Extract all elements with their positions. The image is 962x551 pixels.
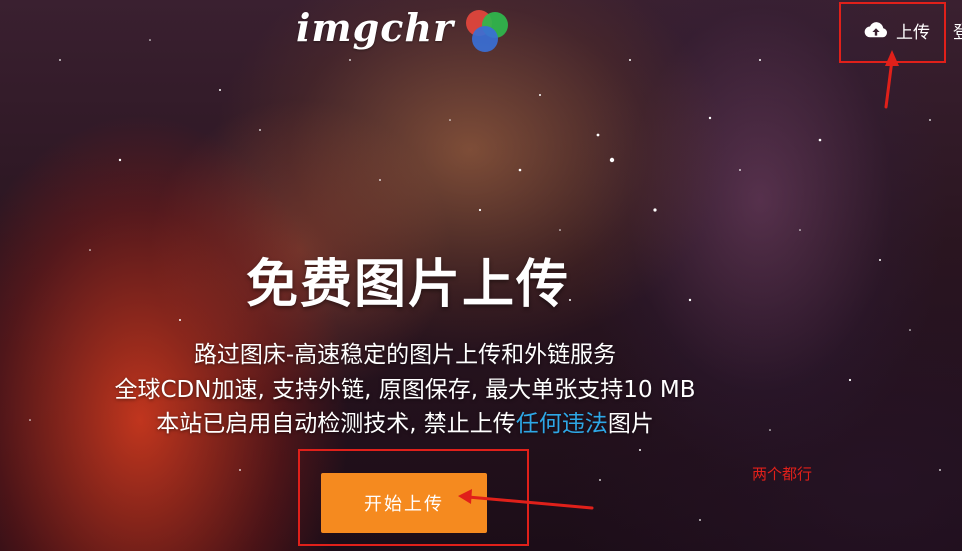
nav-login-link[interactable]: 登 [953,18,962,43]
annotation-box-nav-upload [839,2,946,63]
page-title: 免费图片上传 [246,255,571,315]
hero-background: imgchr 上传 登 免费图片上传 路过图床-高速稳定的图片上传和外链服务 全… [0,0,962,551]
line3-prefix: 本站已启用自动检测技术, 禁止上传 [156,411,516,437]
annotation-note: 两个都行 [752,465,813,483]
hero-description-line2: 全球CDN加速, 支持外链, 原图保存, 最大单张支持10 MB [114,377,696,403]
hero-description-line3: 本站已启用自动检测技术, 禁止上传任何违法图片 [40,404,770,438]
start-upload-button[interactable]: 开始上传 [321,473,487,533]
logo-circles-icon [464,4,512,52]
illegal-content-link[interactable]: 任何违法 [516,411,608,437]
logo-blue-circle [472,26,498,52]
logo-text: imgchr [296,4,454,50]
hero-description-line1: 路过图床-高速稳定的图片上传和外链服务 [193,342,617,368]
line3-suffix: 图片 [607,411,654,437]
site-logo[interactable]: imgchr [296,2,512,52]
